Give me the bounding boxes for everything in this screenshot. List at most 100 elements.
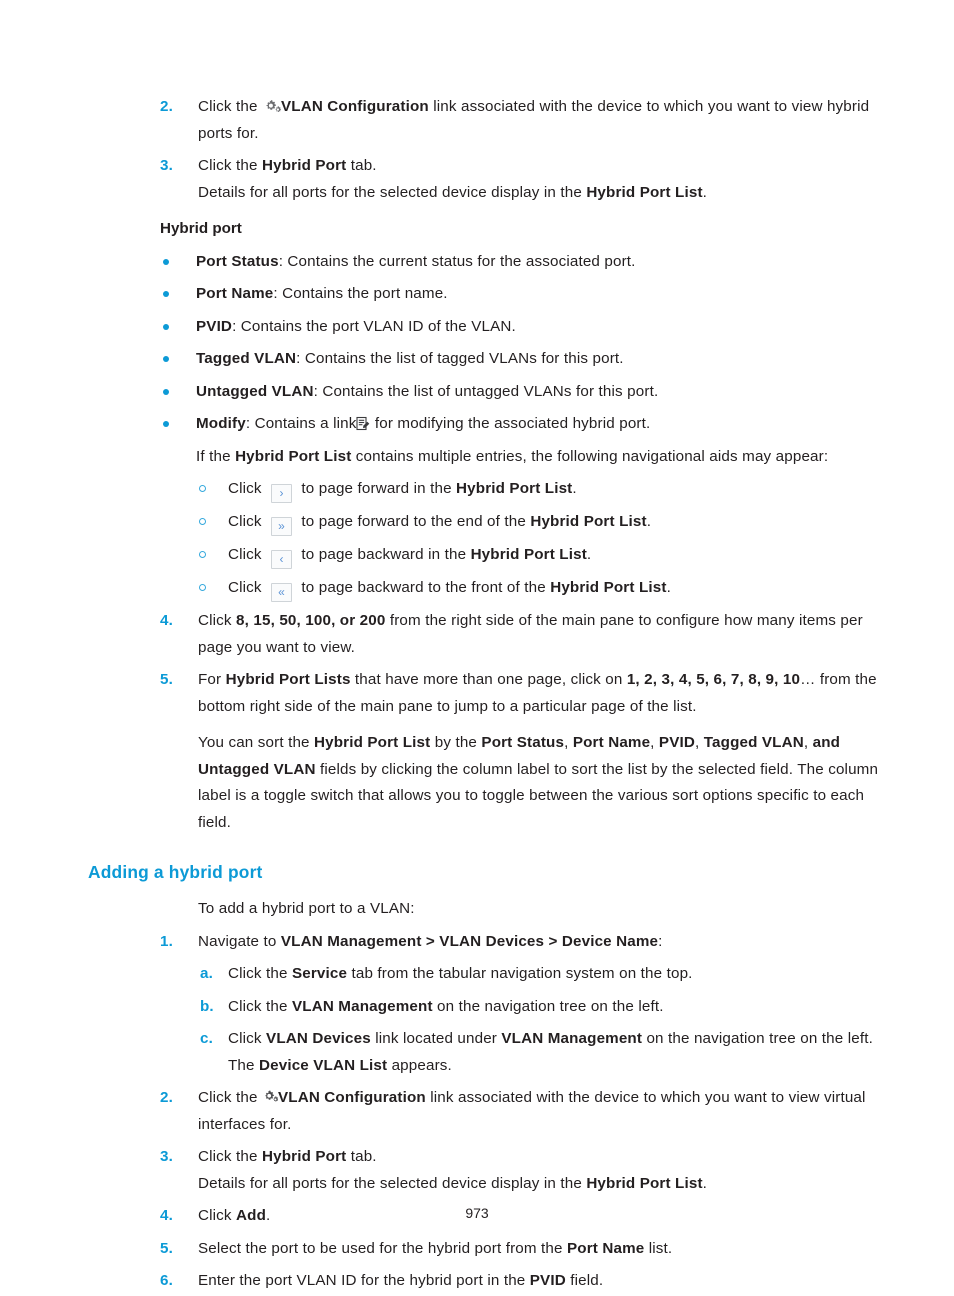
breadcrumb: VLAN Management > VLAN Devices > Device … [280, 932, 659, 950]
step-6-enter-pvid: 6. Enter the port VLAN ID for the hybrid… [0, 1268, 954, 1295]
list-item: PVID: Contains the port VLAN ID of the V… [0, 314, 954, 341]
step-marker: 2. [160, 98, 173, 115]
step-text-post: tab. [346, 157, 377, 174]
note-pre: The [228, 1056, 259, 1074]
nav-intro-pre: If the [196, 447, 236, 465]
bullet-dot-icon [163, 258, 169, 265]
nav-item-mid: to page forward in the [297, 480, 457, 497]
step-2-vlan-configuration: 2. Click the VLAN Configuration link ass… [0, 1085, 954, 1138]
list-item: Untagged VLAN: Contains the list of unta… [0, 379, 954, 406]
substep-post: on the navigation tree on the left. [642, 1030, 873, 1047]
step-text: Select the port to be used for the hybri… [198, 1236, 880, 1263]
step-text-pre: For [198, 671, 226, 688]
step-1-navigate: 1. Navigate to VLAN Management > VLAN De… [0, 929, 954, 956]
sort-b1: Hybrid Port List [314, 734, 431, 751]
step-bold-term: PVID [529, 1272, 566, 1289]
nav-intro-post: contains multiple entries, the following… [351, 447, 829, 465]
list-item-modify: Modify: Contains a link for modifying th… [0, 411, 954, 438]
bullet-desc: : Contains the list of tagged VLANs for … [296, 350, 624, 367]
bullet-dot-icon [163, 356, 169, 362]
detail-bold: Hybrid Port List [586, 183, 703, 201]
step-marker: 5. [160, 671, 173, 688]
step-text-post: tab. [346, 1148, 377, 1165]
nav-item-bold: Hybrid Port List [550, 579, 667, 596]
sub-bullet-ring-icon [199, 551, 206, 558]
step-5-select-port: 5. Select the port to be used for the hy… [0, 1236, 954, 1263]
bullet-term: Port Status [196, 252, 279, 270]
nav-item-mid: to page backward in the [297, 546, 471, 563]
nav-item-pre: Click [228, 513, 267, 530]
step-text-pre: Click [198, 612, 237, 629]
sub-bullet-ring-icon [199, 485, 206, 492]
bullet-desc: : Contains the list of untagged VLANs fo… [313, 382, 659, 400]
page-number-values: 1, 2, 3, 4, 5, 6, 7, 8, 9, 10 [626, 671, 801, 688]
bullet-term: Modify [196, 415, 246, 432]
substep-marker: a. [200, 965, 213, 982]
substep-text: Click VLAN Devices link located under VL… [228, 1026, 880, 1053]
bullet-desc-mid: : Contains a link [245, 415, 357, 432]
nav-item-bold: Hybrid Port List [456, 480, 573, 497]
substep-bold: VLAN Management [291, 997, 433, 1015]
step-text-pre: Navigate to [198, 932, 281, 950]
bullet-term: Untagged VLAN [196, 382, 314, 400]
step-text: Click the Hybrid Port tab. [198, 1144, 880, 1171]
substep-pre: Click the [228, 997, 292, 1015]
step-text-pre: Select the port to be used for the hybri… [198, 1239, 567, 1257]
double-chevron-right-icon[interactable]: » [271, 517, 293, 536]
step-2-view-hybrid: 2. Click the VLAN Configuration link ass… [0, 94, 954, 147]
chevron-left-icon[interactable]: ‹ [271, 550, 293, 569]
step-marker: 6. [160, 1272, 173, 1289]
substep-pre: Click the [228, 965, 292, 982]
step-marker: 2. [160, 1089, 173, 1106]
sort-p6: , [803, 734, 813, 751]
items-per-page-values: 8, 15, 50, 100, or 200 [236, 612, 386, 629]
list-item: Port Status: Contains the current status… [0, 249, 954, 276]
double-chevron-left-icon[interactable]: « [271, 583, 293, 602]
step-text: For Hybrid Port Lists that have more tha… [198, 667, 880, 720]
gear-icon [262, 1089, 278, 1104]
substep-a-service-tab: a. Click the Service tab from the tabula… [0, 961, 954, 988]
substep-text: Click the VLAN Management on the navigat… [228, 994, 880, 1021]
bullet-desc: : Contains the current status for the as… [278, 252, 636, 270]
step-5-page-jump: 5. For Hybrid Port Lists that have more … [0, 667, 954, 720]
nav-aid-item-backward-front: Click « to page backward to the front of… [0, 575, 954, 602]
sort-p5: , [694, 734, 704, 751]
note-bold: Device VLAN List [259, 1056, 388, 1074]
nav-item-bold: Hybrid Port List [530, 513, 647, 530]
step-marker: 3. [160, 1148, 173, 1165]
bullet-dot-icon [163, 421, 169, 427]
device-vlan-list-note: The Device VLAN List appears. [0, 1053, 954, 1080]
detail-pre: Details for all ports for the selected d… [198, 183, 587, 201]
step-text: Enter the port VLAN ID for the hybrid po… [198, 1268, 880, 1295]
nav-aid-item-forward-end: Click » to page forward to the end of th… [0, 509, 954, 536]
nav-item-pre: Click [228, 579, 267, 596]
step-3-detail: Details for all ports for the selected d… [0, 1171, 954, 1198]
step-marker: 3. [160, 157, 173, 174]
nav-item-post: . [666, 579, 671, 596]
substep-text: Click the Service tab from the tabular n… [228, 961, 880, 988]
step-marker: 1. [160, 932, 173, 950]
bullet-desc-post: for modifying the associated hybrid port… [370, 415, 651, 432]
step-bold-term: VLAN Configuration [280, 98, 429, 115]
step-text: Click 8, 15, 50, 100, or 200 from the ri… [198, 608, 880, 661]
bullet-term: Port Name [196, 285, 274, 302]
step-text: Navigate to VLAN Management > VLAN Devic… [198, 929, 880, 956]
nav-item-post: . [586, 546, 592, 563]
step-text-mid: that have more than one page, click on [350, 671, 627, 688]
step-bold-term: Hybrid Port [261, 157, 347, 174]
hybrid-port-subheading: Hybrid port [160, 220, 242, 237]
nav-item-mid: to page backward to the front of the [297, 579, 551, 596]
step-text: Click the VLAN Configuration link associ… [198, 94, 880, 147]
substep-bold: Service [291, 965, 348, 982]
bullet-desc: : Contains the port name. [273, 285, 448, 302]
note-post: appears. [387, 1056, 452, 1074]
step-text-pre: Click the [198, 157, 262, 174]
chevron-right-icon[interactable]: › [271, 484, 293, 503]
sort-p1: You can sort the [198, 734, 315, 751]
nav-aid-item-forward: Click › to page forward in the Hybrid Po… [0, 476, 954, 503]
step-marker: 4. [160, 612, 173, 629]
nav-aids-intro: If the Hybrid Port List contains multipl… [0, 444, 954, 471]
step-3-detail: Details for all ports for the selected d… [0, 180, 954, 207]
step-text-post: : [658, 932, 663, 950]
nav-aid-item-backward: Click ‹ to page backward in the Hybrid P… [0, 542, 954, 569]
